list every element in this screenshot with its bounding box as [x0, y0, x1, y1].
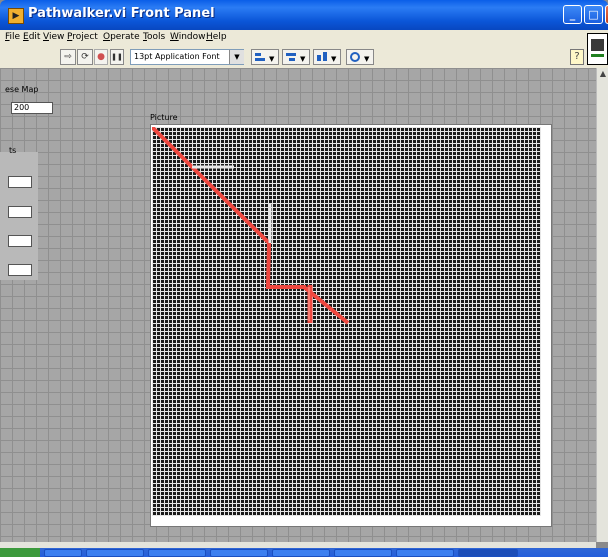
taskbar-button[interactable] — [44, 549, 82, 557]
menu-file[interactable]: File — [5, 32, 20, 42]
run-continuous-icon[interactable]: ⟳ — [77, 49, 93, 65]
vi-icon-bar — [591, 54, 604, 57]
control-field-2[interactable] — [8, 206, 32, 218]
abort-icon[interactable]: ● — [94, 49, 108, 65]
chevron-down-icon[interactable]: ▼ — [229, 50, 244, 64]
menu-view[interactable]: View — [43, 32, 64, 42]
svg-text:▼: ▼ — [300, 55, 306, 63]
svg-text:▼: ▼ — [269, 55, 275, 63]
run-arrow-icon[interactable]: ⇨ — [60, 49, 76, 65]
window-title: Pathwalker.vi Front Panel — [28, 6, 215, 21]
control-field-4[interactable] — [8, 264, 32, 276]
svg-text:▼: ▼ — [331, 55, 337, 63]
scroll-up-icon[interactable]: ▲ — [597, 68, 608, 80]
picture-label: Picture — [150, 113, 178, 122]
taskbar-button[interactable] — [148, 549, 206, 557]
reorder-button[interactable]: ▼ — [346, 49, 374, 65]
align-objects-button[interactable]: ▼ — [251, 49, 279, 65]
title-bar[interactable]: ▶ Pathwalker.vi Front Panel _ □ ✕ — [0, 0, 608, 30]
control-field-1[interactable] — [8, 176, 32, 188]
menu-operate[interactable]: Operate — [103, 32, 140, 42]
controls-label: ts — [9, 146, 17, 155]
toolbar: ⇨ ⟳ ● ❚❚ 13pt Application Font ▼ ▼ ▼ ▼ ▼… — [0, 46, 608, 69]
help-icon[interactable]: ? — [570, 49, 584, 65]
font-select[interactable]: 13pt Application Font — [130, 49, 244, 65]
control-field-3[interactable] — [8, 235, 32, 247]
vi-icon-image — [591, 39, 604, 51]
taskbar-button[interactable] — [272, 549, 330, 557]
resize-objects-button[interactable]: ▼ — [313, 49, 341, 65]
menu-tools[interactable]: Tools — [143, 32, 165, 42]
pause-icon[interactable]: ❚❚ — [110, 49, 124, 65]
start-button[interactable] — [0, 548, 40, 557]
taskbar-button-active[interactable] — [458, 549, 518, 557]
taskbar-button[interactable] — [334, 549, 392, 557]
maximize-button[interactable]: □ — [584, 5, 603, 24]
vertical-scrollbar[interactable]: ▲ — [596, 68, 608, 542]
svg-text:▼: ▼ — [364, 55, 370, 63]
menu-edit[interactable]: Edit — [23, 32, 40, 42]
taskbar-button[interactable] — [86, 549, 144, 557]
menu-bar: File Edit View Project Operate Tools Win… — [0, 30, 608, 46]
resize-icon: ▼ — [317, 52, 337, 63]
taskbar-button[interactable] — [396, 549, 454, 557]
minimize-button[interactable]: _ — [563, 5, 582, 24]
distribute-icon: ▼ — [286, 53, 306, 63]
app-icon[interactable]: ▶ — [8, 8, 24, 24]
menu-project[interactable]: Project — [67, 32, 98, 42]
menu-window[interactable]: Window — [170, 32, 206, 42]
reorder-icon: ▼ — [350, 52, 370, 63]
maze-picture — [152, 127, 541, 516]
taskbar-button[interactable] — [210, 549, 268, 557]
vi-icon[interactable] — [587, 33, 608, 65]
menu-help[interactable]: Help — [206, 32, 227, 42]
align-icon: ▼ — [255, 53, 275, 63]
maze-label: ese Map — [5, 85, 39, 94]
distribute-objects-button[interactable]: ▼ — [282, 49, 310, 65]
maze-size-input[interactable]: 200 — [11, 102, 53, 114]
